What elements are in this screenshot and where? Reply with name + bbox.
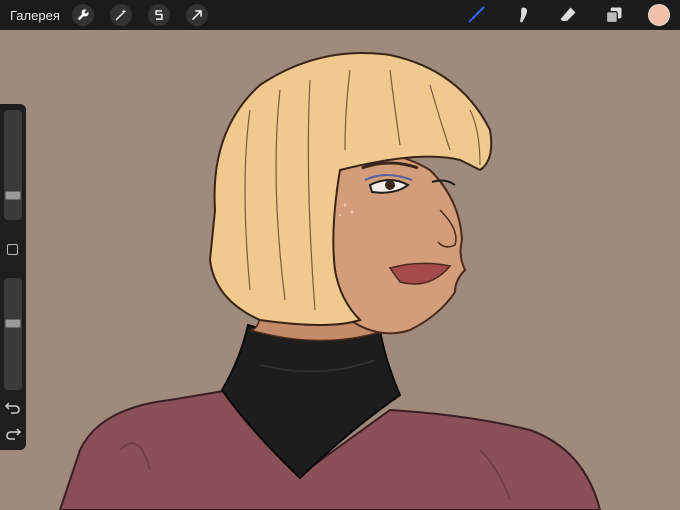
- left-sidebar: [0, 104, 26, 450]
- smudge-icon: [520, 7, 527, 23]
- brush-size-thumb[interactable]: [5, 191, 21, 200]
- selection-button[interactable]: [147, 4, 170, 26]
- brush-size-slider[interactable]: [4, 110, 22, 220]
- drawing-canvas[interactable]: [0, 30, 680, 510]
- redo-icon: [6, 428, 22, 440]
- adjustments-button[interactable]: [109, 4, 132, 26]
- procreate-app: Галерея: [0, 0, 680, 510]
- layers-tool[interactable]: [602, 3, 626, 27]
- gallery-button[interactable]: Галерея: [10, 8, 60, 23]
- selection-icon: [155, 10, 163, 20]
- right-toolbar: [442, 0, 670, 30]
- redo-button[interactable]: [5, 426, 22, 440]
- opacity-thumb[interactable]: [5, 319, 21, 328]
- undo-icon: [4, 402, 20, 414]
- top-toolbar: Галерея: [0, 0, 680, 30]
- magic-wand-icon: [115, 9, 127, 21]
- modify-button[interactable]: [7, 244, 18, 255]
- transform-arrow-icon: [192, 10, 202, 20]
- actions-button[interactable]: [71, 4, 94, 26]
- opacity-slider[interactable]: [4, 278, 22, 390]
- layers-icon: [605, 7, 622, 24]
- eraser-icon: [560, 7, 576, 21]
- wrench-icon: [77, 9, 89, 21]
- smudge-tool[interactable]: [510, 3, 534, 27]
- brush-tool[interactable]: [464, 3, 488, 27]
- undo-button[interactable]: [4, 400, 21, 414]
- transform-button[interactable]: [185, 4, 208, 26]
- brush-icon: [468, 6, 485, 23]
- eraser-tool[interactable]: [556, 3, 580, 27]
- color-picker[interactable]: [648, 4, 670, 26]
